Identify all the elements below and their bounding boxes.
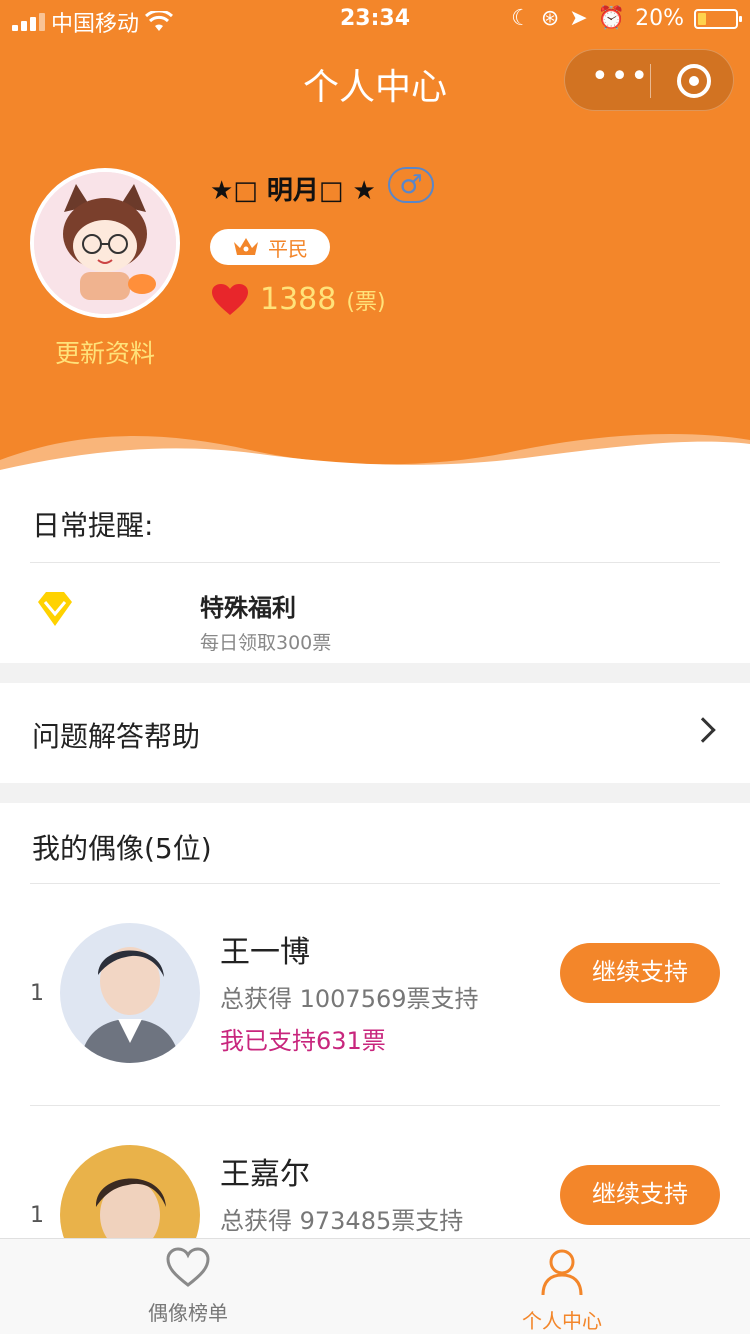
crown-icon [234, 238, 258, 255]
idol-total-votes: 总获得 973485票支持 [220, 1207, 464, 1235]
continue-support-button[interactable]: 继续支持 [560, 943, 720, 1003]
tab-label: 个人中心 [522, 1309, 602, 1333]
idol-name: 王嘉尔 [220, 1157, 310, 1192]
person-icon [541, 1249, 583, 1296]
heart-icon [212, 283, 248, 315]
welfare-subtitle: 每日领取300票 [200, 632, 332, 654]
more-icon[interactable]: ••• [591, 62, 648, 92]
idol-portrait [60, 923, 200, 1063]
battery-percent: 20% [635, 6, 684, 31]
help-row[interactable]: 问题解答帮助 [0, 683, 750, 783]
mini-program-capsule[interactable]: ••• [564, 49, 734, 111]
idol-total-votes: 总获得 1007569票支持 [220, 985, 479, 1013]
vote-balance: 1388 (票) [210, 282, 386, 317]
vote-unit: (票) [346, 289, 386, 315]
location-icon: ➤ [569, 6, 588, 31]
idol-rank: 1 [30, 981, 44, 1006]
idols-title: 我的偶像(5位) [32, 832, 212, 865]
daily-reminder-section: 日常提醒: 特殊福利 每日领取300票 [0, 470, 750, 663]
chevron-right-icon [690, 717, 716, 743]
reminder-title: 日常提醒: [32, 509, 154, 542]
rotation-lock-icon: ⊛ [540, 6, 560, 31]
divider [30, 1105, 720, 1106]
divider [30, 883, 720, 884]
idol-photo[interactable] [60, 1145, 200, 1243]
close-target-icon[interactable] [677, 64, 711, 98]
battery-icon [694, 8, 742, 29]
vote-count: 1388 [260, 282, 337, 317]
help-label: 问题解答帮助 [32, 720, 201, 753]
rank-badge: 平民 [210, 229, 330, 265]
header-wave [0, 434, 750, 470]
idol-my-votes: 我已支持631票 [220, 1027, 386, 1055]
rank-label: 平民 [268, 236, 308, 261]
profile-header: 中国移动 23:34 ☾ ⊛ ➤ ⏰ 20% 个人中心 ••• 更新资料 ★□ … [0, 0, 750, 470]
idol-name: 王一博 [220, 935, 310, 970]
welfare-title[interactable]: 特殊福利 [200, 588, 296, 623]
status-bar: 中国移动 23:34 ☾ ⊛ ➤ ⏰ 20% [0, 0, 750, 40]
heart-outline-icon [166, 1247, 210, 1287]
avatar-illustration [34, 172, 176, 314]
male-gender-icon: ♂ [388, 167, 434, 203]
tab-label: 偶像榜单 [148, 1301, 228, 1325]
nickname: ★□ 明月□ ★ [210, 176, 376, 206]
capsule-divider [650, 64, 651, 98]
tab-personal-center[interactable]: 个人中心 [482, 1247, 642, 1334]
divider [30, 562, 720, 563]
idol-item: 1 王一博 总获得 1007569票支持 我已支持631票 继续支持 [0, 903, 750, 1103]
idol-item: 1 王嘉尔 总获得 973485票支持 继续支持 [0, 1125, 750, 1243]
tab-bar: 偶像榜单 个人中心 [0, 1238, 750, 1334]
avatar[interactable] [30, 168, 180, 318]
tab-idol-ranking[interactable]: 偶像榜单 [108, 1247, 268, 1326]
diamond-icon [38, 592, 72, 626]
idol-rank: 1 [30, 1203, 44, 1228]
idol-photo[interactable] [60, 923, 200, 1063]
my-idols-section: 我的偶像(5位) 1 王一博 总获得 1007569票支持 我已支持631票 继… [0, 803, 750, 1243]
idol-portrait [60, 1145, 200, 1243]
status-right: ☾ ⊛ ➤ ⏰ 20% [511, 6, 742, 31]
continue-support-button[interactable]: 继续支持 [560, 1165, 720, 1225]
alarm-icon: ⏰ [597, 6, 626, 31]
update-profile-link[interactable]: 更新资料 [30, 334, 180, 370]
moon-icon: ☾ [511, 6, 531, 31]
